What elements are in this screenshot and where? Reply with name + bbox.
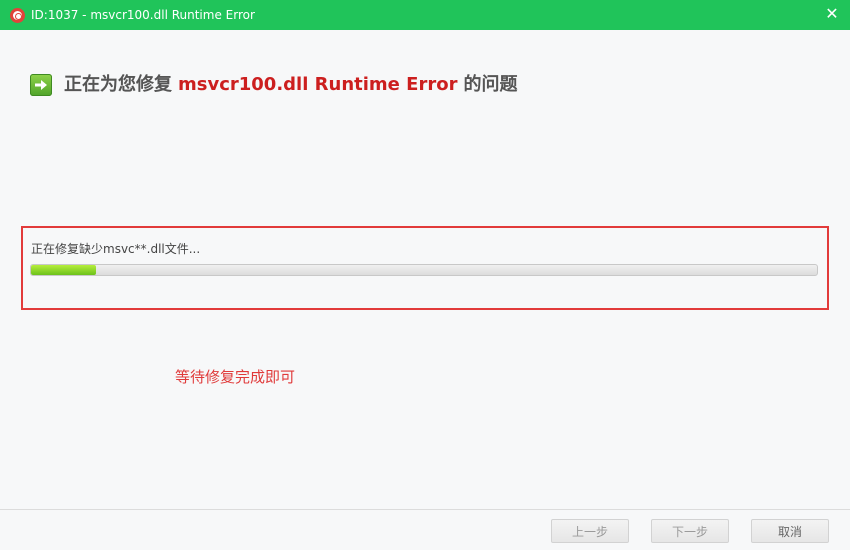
window-title: ID:1037 - msvcr100.dll Runtime Error [31,8,255,22]
title-bar[interactable]: ID:1037 - msvcr100.dll Runtime Error ✕ [0,0,850,30]
footer-divider [0,509,850,510]
progress-panel: 正在修复缺少msvc**.dll文件... [21,226,829,310]
heading-prefix: 正在为您修复 [64,74,172,95]
progress-bar-fill [31,265,97,275]
previous-step-button[interactable]: 上一步 [551,519,629,543]
next-step-button[interactable]: 下一步 [651,519,729,543]
page-heading: 正在为您修复 msvcr100.dll Runtime Error 的问题 [30,72,517,98]
repair-dialog: ID:1037 - msvcr100.dll Runtime Error ✕ 正… [0,0,850,550]
progress-label: 正在修复缺少msvc**.dll文件... [31,242,201,256]
heading-error-name: msvcr100.dll Runtime Error [178,74,458,95]
lifebuoy-icon [10,8,25,23]
progress-bar [30,264,818,276]
hint-text: 等待修复完成即可 [175,368,296,386]
cancel-button[interactable]: 取消 [751,519,829,543]
heading-suffix: 的问题 [463,74,518,95]
close-icon[interactable]: ✕ [822,4,842,24]
arrow-right-icon [30,74,52,96]
